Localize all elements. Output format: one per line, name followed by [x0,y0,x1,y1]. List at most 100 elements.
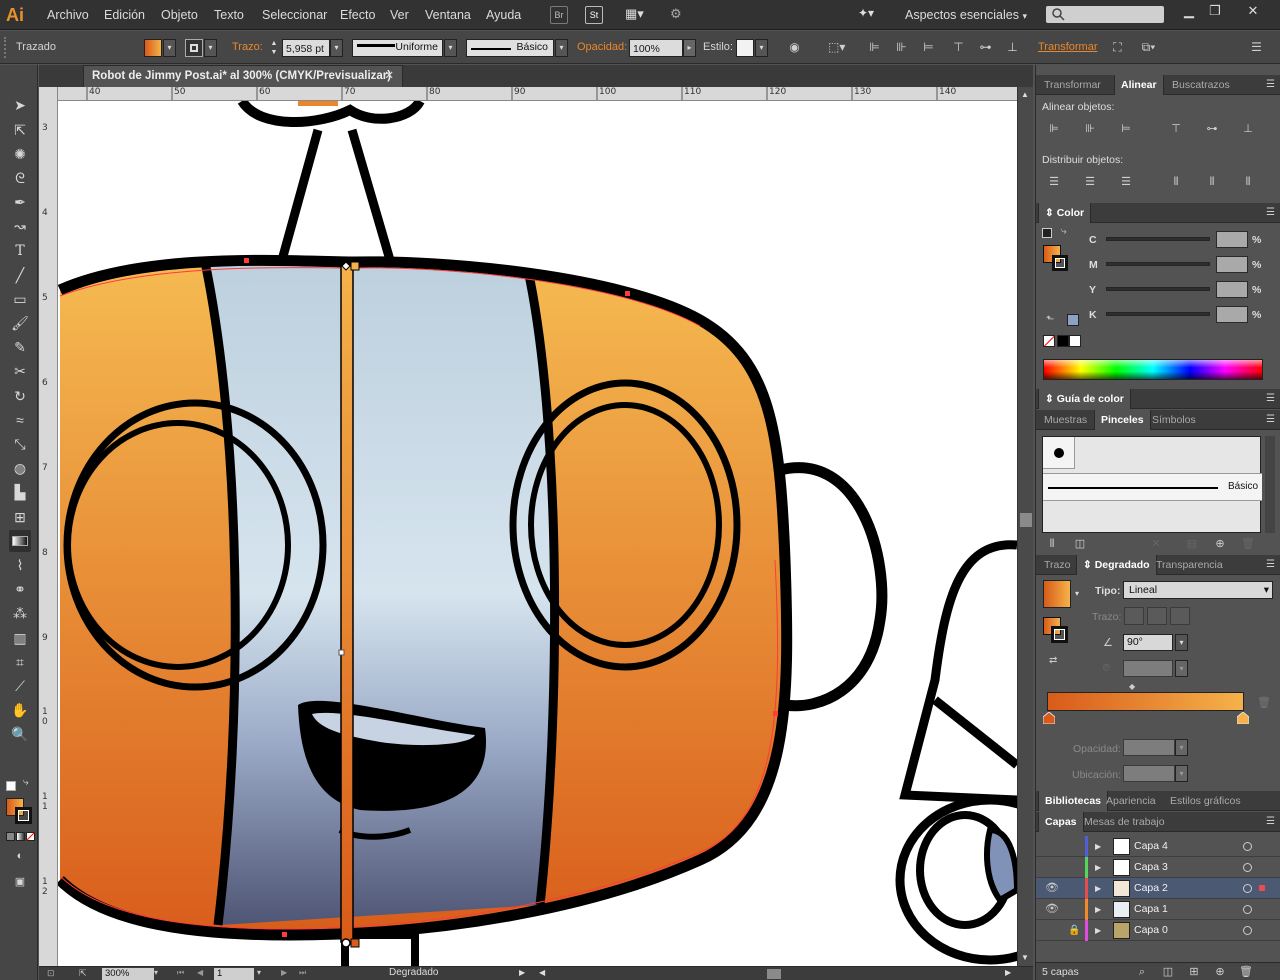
white-color-swatch[interactable] [1069,335,1081,347]
share-icon[interactable]: ⇱ [79,968,87,979]
gradient-tool-icon[interactable] [9,530,31,552]
artboard-canvas[interactable] [58,101,1017,966]
menu-objeto[interactable]: Objeto [161,0,198,30]
menu-seleccionar[interactable]: Seleccionar [262,0,327,30]
tab-color[interactable]: ⇕ Color [1038,203,1092,223]
gradient-stop-end-icon[interactable] [1237,712,1249,724]
gradient-stroke-swatch[interactable] [1051,626,1068,643]
anchor-point[interactable] [282,932,287,937]
opacity-input[interactable]: 100% [629,39,683,57]
gradient-mode-icon[interactable] [16,832,25,841]
mesh-tool-icon[interactable]: ⊞ [9,506,31,528]
distribute-hcenter-icon[interactable]: ⫴ [1204,174,1220,190]
panel-menu-icon[interactable]: ☰ [1266,75,1275,95]
color-mode-icon[interactable] [6,832,15,841]
first-artboard-icon[interactable]: ⏮ [177,968,184,978]
stroke-swatch[interactable] [185,39,203,57]
pencil-tool-icon[interactable]: ✎ [9,336,31,358]
color-spectrum[interactable] [1043,359,1263,380]
tab-estilos-graficos[interactable]: Estilos gráficos [1164,791,1247,811]
stroke-color-swatch[interactable] [15,807,32,824]
artboard-dropdown-icon[interactable]: ▾ [257,968,261,977]
curvature-tool-icon[interactable]: ↝ [9,215,31,237]
h-scroll-thumb[interactable] [767,969,781,979]
graphic-style-swatch[interactable] [736,39,754,57]
vertical-scrollbar[interactable]: ▲ ▼ [1017,87,1033,966]
align-vcenter-icon[interactable]: ⊶ [977,39,994,56]
stroke-weight-input[interactable]: 5,958 pt [282,39,330,57]
transform-link[interactable]: Transformar [1038,31,1098,64]
gamut-color-swatch[interactable] [1067,314,1079,326]
menu-archivo[interactable]: Archivo [47,0,89,30]
swap-colors-icon[interactable]: ⤷ [23,777,35,789]
target-icon[interactable] [1243,842,1252,851]
eyedropper-tool-icon[interactable]: ⌇ [9,554,31,576]
layer-name[interactable]: Capa 4 [1134,836,1168,857]
opacity-slider-button[interactable]: ▸ [683,39,696,57]
channel-y-input[interactable] [1216,281,1248,298]
brush-basic-row[interactable]: Básico [1043,473,1262,501]
selection-indicator[interactable] [1259,885,1265,891]
annotator-end-handle[interactable] [341,938,351,948]
gradient-annotator-bar[interactable] [340,265,354,943]
anchor-point[interactable] [773,711,778,716]
brush-round-swatch[interactable] [1043,437,1075,469]
menu-ventana[interactable]: Ventana [425,0,471,30]
layer-row[interactable]: 👁 ▶ Capa 2 [1036,878,1280,899]
profile-dropdown[interactable]: ▾ [444,39,457,57]
workspace-switcher[interactable]: Aspectos esenciales ▾ [905,0,1027,30]
distribute-bottom-icon[interactable]: ☰ [1118,174,1134,190]
align-hcenter-icon[interactable]: ⊪ [893,39,910,56]
panel-menu-icon[interactable]: ☰ [1266,812,1275,832]
distribute-right-icon[interactable]: ⫴ [1240,174,1256,190]
draw-mode-icon[interactable]: ◐ [9,845,31,867]
brush-dropdown[interactable]: ▾ [555,39,568,57]
align-to-selection-icon[interactable]: ⬚▾ [828,39,845,56]
maximize-button[interactable]: ❐ [1202,1,1228,21]
tab-capas[interactable]: Capas [1038,812,1084,832]
reverse-gradient-icon[interactable]: ⇄ [1049,655,1057,666]
channel-k-input[interactable] [1216,306,1248,323]
default-colors-icon[interactable] [6,781,16,791]
last-artboard-icon[interactable]: ⏭ [299,968,306,978]
none-color-swatch[interactable] [1043,335,1055,347]
gradient-slider[interactable] [1047,692,1244,711]
color-stroke-swatch[interactable] [1052,255,1068,271]
panel-menu-icon[interactable]: ☰ [1266,410,1275,430]
hand-tool-icon[interactable]: ✋ [9,699,31,721]
align-top-icon[interactable]: ⊤ [1168,121,1184,137]
gradient-preset-dropdown[interactable]: ▾ [1075,589,1079,598]
stock-button[interactable]: St [585,6,603,24]
tab-buscatrazos[interactable]: Buscatrazos [1166,75,1236,95]
minimize-button[interactable]: ▁ [1176,1,1202,21]
align-top-icon[interactable]: ⊤ [950,39,967,56]
target-icon[interactable] [1243,905,1252,914]
zoom-dropdown-icon[interactable]: ▾ [154,968,158,977]
tab-bibliotecas[interactable]: Bibliotecas [1038,791,1109,811]
pen-tool-icon[interactable]: ✒ [9,191,31,213]
gradient-location-input[interactable] [1123,765,1175,782]
expand-arrow-icon[interactable]: ▶ [1095,899,1101,920]
default-fill-stroke-icon[interactable] [1042,228,1052,238]
gradient-angle-input[interactable]: 90° [1123,634,1173,651]
tab-transparencia[interactable]: Transparencia [1150,555,1229,575]
remove-brush-stroke-icon[interactable]: ✕ [1148,536,1164,552]
menu-ver[interactable]: Ver [390,0,409,30]
menu-ayuda[interactable]: Ayuda [486,0,521,30]
channel-m-slider[interactable] [1106,262,1210,266]
layer-name[interactable]: Capa 0 [1134,920,1168,941]
channel-c-input[interactable] [1216,231,1248,248]
align-left-icon[interactable]: ⊫ [866,39,883,56]
layer-row[interactable]: 👁 ▶ Capa 1 [1036,899,1280,920]
aspect-ratio-dropdown[interactable]: ▾ [1175,660,1188,677]
channel-y-slider[interactable] [1106,287,1210,291]
align-bottom-icon[interactable]: ⊥ [1240,121,1256,137]
recolor-artwork-icon[interactable]: ◉ [786,39,803,56]
anchor-point[interactable] [244,258,249,263]
brush-definition[interactable]: Básico [466,39,554,57]
align-hcenter-icon[interactable]: ⊪ [1082,121,1098,137]
symbol-sprayer-tool-icon[interactable]: ⁂ [9,602,31,624]
menu-texto[interactable]: Texto [214,0,244,30]
gradient-opacity-dropdown[interactable]: ▾ [1175,739,1188,756]
stroke-weight-label[interactable]: Trazo: [232,31,263,64]
